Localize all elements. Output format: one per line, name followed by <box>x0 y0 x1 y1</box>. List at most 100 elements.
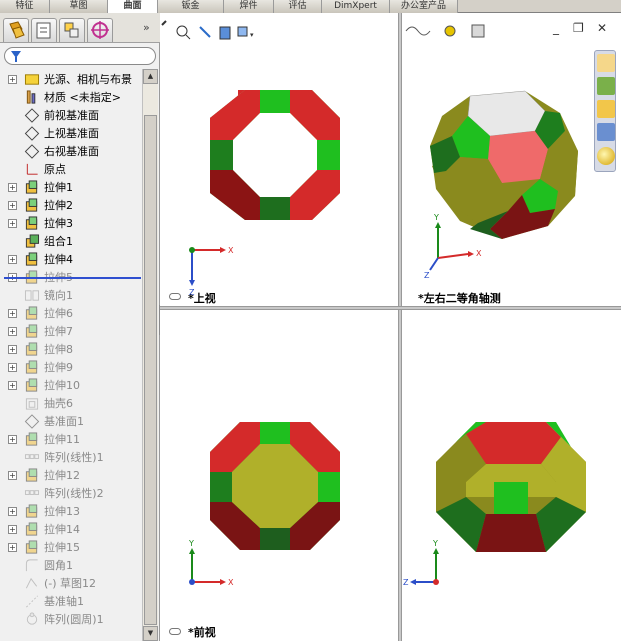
expand-icon[interactable]: + <box>8 327 17 336</box>
svg-text:Z: Z <box>403 578 409 587</box>
tree-item[interactable]: + 拉伸2 <box>0 197 142 215</box>
tree-item[interactable]: + 拉伸7 <box>0 323 142 341</box>
feature-tree: + 光源、相机与布景 材质 <未指定> 前视基准面 上视基准面 右视基准面 原点 + 拉伸1 + 拉… <box>0 69 142 641</box>
tree-item[interactable]: + 拉伸10 <box>0 377 142 395</box>
extrude-icon <box>24 378 40 393</box>
configuration-manager-icon <box>64 22 79 38</box>
tree-item-label: 拉伸11 <box>44 433 80 446</box>
tree-item[interactable]: 抽壳6 <box>0 395 142 413</box>
extrude-icon <box>24 324 40 339</box>
solidworks-resources-icon[interactable] <box>597 54 615 72</box>
command-tab-4[interactable]: 焊件 <box>224 0 274 13</box>
viewport-label-isometric: *左右二等角轴测 <box>418 292 501 305</box>
tree-item-label: 拉伸15 <box>44 541 80 554</box>
tree-item-label: 原点 <box>44 163 66 176</box>
expand-icon[interactable]: + <box>8 471 17 480</box>
restore-icon[interactable]: ❐ <box>573 21 584 35</box>
tree-item[interactable]: 阵列(线性)2 <box>0 485 142 503</box>
expand-icon[interactable]: + <box>8 255 17 264</box>
scroll-thumb[interactable] <box>144 115 157 625</box>
tree-item[interactable]: + 拉伸15 <box>0 539 142 557</box>
tree-item[interactable]: + 拉伸14 <box>0 521 142 539</box>
command-tab-1[interactable]: 草图 <box>50 0 108 13</box>
tree-item[interactable]: + 光源、相机与布景 <box>0 71 142 89</box>
tree-item-label: 基准面1 <box>44 415 84 428</box>
tree-item[interactable]: 圆角1 <box>0 557 142 575</box>
tree-item[interactable]: + 拉伸12 <box>0 467 142 485</box>
feature-tree-filter[interactable] <box>4 47 156 65</box>
scroll-up-button[interactable]: ▲ <box>143 69 158 84</box>
view-link-icon[interactable] <box>169 293 181 300</box>
expand-icon[interactable]: + <box>8 201 17 210</box>
view-palette-icon[interactable] <box>597 123 615 141</box>
command-tab-5[interactable]: 评估 <box>274 0 322 13</box>
rollback-bar[interactable] <box>4 277 141 279</box>
expand-icon[interactable]: + <box>8 75 17 84</box>
tree-item[interactable]: + 拉伸11 <box>0 431 142 449</box>
file-explorer-icon[interactable] <box>597 100 615 118</box>
tree-item[interactable]: + 拉伸3 <box>0 215 142 233</box>
tree-item[interactable]: + 拉伸13 <box>0 503 142 521</box>
viewport-top[interactable]: ▾ X Z *上视 <box>160 13 398 306</box>
tree-item-label: 拉伸14 <box>44 523 80 536</box>
tree-item[interactable]: + 拉伸9 <box>0 359 142 377</box>
expand-icon[interactable]: + <box>8 525 17 534</box>
viewport-splitter-vertical[interactable] <box>398 13 402 641</box>
command-tab-3[interactable]: 钣金 <box>158 0 224 13</box>
viewport-front[interactable]: Y X *前视 <box>160 310 398 641</box>
minimize-icon[interactable]: _ <box>553 21 559 35</box>
design-library-icon[interactable] <box>597 77 615 95</box>
tree-item[interactable]: 镜向1 <box>0 287 142 305</box>
tree-item-label: 拉伸9 <box>44 361 73 374</box>
expand-icon[interactable]: + <box>8 435 17 444</box>
expand-icon[interactable]: + <box>8 543 17 552</box>
appearances-icon[interactable] <box>597 147 615 165</box>
command-tab-2[interactable]: 曲面 <box>108 0 158 13</box>
expand-icon[interactable]: + <box>8 309 17 318</box>
command-tab-7[interactable]: 办公室产品 <box>390 0 458 13</box>
tree-item[interactable]: 阵列(圆周)1 <box>0 611 142 629</box>
tree-item[interactable]: + 拉伸8 <box>0 341 142 359</box>
tree-item[interactable]: + 拉伸4 <box>0 251 142 269</box>
plane-icon <box>24 144 40 159</box>
tree-item[interactable]: 阵列(线性)1 <box>0 449 142 467</box>
tree-item[interactable]: 材质 <未指定> <box>0 89 142 107</box>
shell-icon <box>24 396 40 411</box>
feature-tree-scrollbar[interactable]: ▲ ▼ <box>142 69 158 641</box>
tree-item[interactable]: 组合1 <box>0 233 142 251</box>
circular-pattern-icon <box>24 612 40 627</box>
expand-icon[interactable]: + <box>8 363 17 372</box>
tree-item[interactable]: 前视基准面 <box>0 107 142 125</box>
viewport-splitter-horizontal[interactable] <box>160 306 621 310</box>
expand-icon[interactable]: + <box>8 507 17 516</box>
expand-icon[interactable]: + <box>8 381 17 390</box>
more-tabs-icon[interactable]: » <box>143 21 150 34</box>
expand-icon[interactable]: + <box>8 183 17 192</box>
tree-item[interactable]: 上视基准面 <box>0 125 142 143</box>
tree-item[interactable]: 基准轴1 <box>0 593 142 611</box>
tree-item[interactable]: 基准面1 <box>0 413 142 431</box>
view-link-icon-front[interactable] <box>169 628 181 635</box>
dimxpert-manager-tab[interactable] <box>87 18 113 42</box>
tree-item[interactable]: + 拉伸6 <box>0 305 142 323</box>
tree-item[interactable]: + 拉伸1 <box>0 179 142 197</box>
viewport-isometric[interactable]: Y X Z *左右二等角轴测 _ ❐ ✕ <box>402 13 621 306</box>
expand-icon[interactable]: + <box>8 345 17 354</box>
command-tab-0[interactable]: 特征 <box>0 0 50 13</box>
scroll-down-button[interactable]: ▼ <box>143 626 158 641</box>
property-manager-tab[interactable] <box>31 18 57 42</box>
tree-item[interactable]: (-) 草图12 <box>0 575 142 593</box>
configuration-manager-tab[interactable] <box>59 18 85 42</box>
tree-item[interactable]: 右视基准面 <box>0 143 142 161</box>
feature-manager-tab[interactable] <box>3 18 29 42</box>
command-tab-6[interactable]: DimXpert <box>322 0 390 13</box>
tree-item-label: 基准轴1 <box>44 595 84 608</box>
zoom-to-fit-icon <box>176 25 188 37</box>
tree-item-label: 前视基准面 <box>44 109 99 122</box>
viewport-right[interactable]: Y Z <box>402 310 621 641</box>
tree-item-label: 右视基准面 <box>44 145 99 158</box>
tree-item[interactable]: 原点 <box>0 161 142 179</box>
expand-icon[interactable]: + <box>8 219 17 228</box>
close-icon[interactable]: ✕ <box>597 21 607 35</box>
triad-front: Y X <box>188 539 234 587</box>
